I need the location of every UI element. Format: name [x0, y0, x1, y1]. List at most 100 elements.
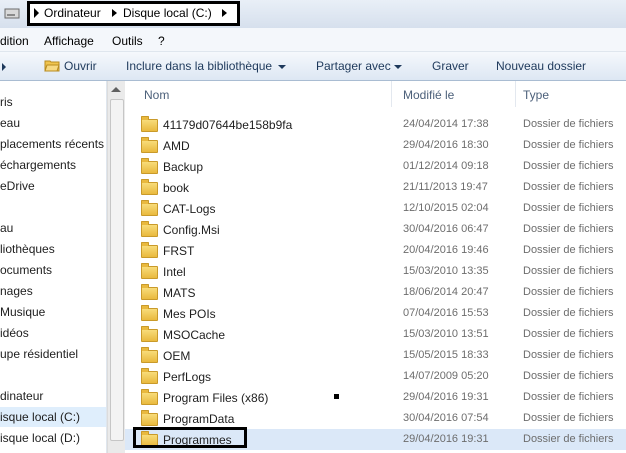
nav-scrollbar[interactable]: [107, 81, 125, 453]
file-row[interactable]: CAT-Logs 12/10/2015 02:04 Dossier de fichi…: [125, 198, 626, 219]
file-type: Dossier de fichiers: [523, 307, 614, 319]
address-bar: Ordinateur Disque local (C:): [0, 0, 626, 28]
nav-item-disque-d[interactable]: isque local (D:): [0, 428, 106, 448]
file-type: Dossier de fichiers: [523, 412, 614, 424]
file-type: Dossier de fichiers: [523, 118, 614, 130]
folder-icon: [141, 263, 158, 279]
file-row[interactable]: Program Files (x86) 29/04/2016 19:31 Dossi…: [125, 387, 626, 408]
file-modified-date: 18/06/2014 20:47: [403, 286, 489, 298]
file-name: Program Files (x86): [163, 391, 269, 405]
folder-icon: [141, 368, 158, 384]
file-row[interactable]: book 21/11/2013 19:47 Dossier de fichiers: [125, 177, 626, 198]
file-row[interactable]: Mes POIs 07/04/2016 15:53 Dossier de fichi…: [125, 303, 626, 324]
menu-edition[interactable]: dition: [0, 34, 29, 48]
file-name: MSOCache: [163, 328, 226, 342]
column-header-row: Nom Modifié le Type: [125, 81, 626, 107]
file-row[interactable]: Config.Msi 30/04/2016 06:47 Dossier de fic…: [125, 219, 626, 240]
file-row[interactable]: MSOCache 15/03/2010 13:51 Dossier de fichi…: [125, 324, 626, 345]
file-name: Config.Msi: [163, 223, 220, 237]
chevron-down-icon[interactable]: [278, 65, 286, 69]
file-type: Dossier de fichiers: [523, 349, 614, 361]
file-row[interactable]: FRST 20/04/2016 19:46 Dossier de fichiers: [125, 240, 626, 261]
scroll-up-arrow-icon[interactable]: [111, 87, 121, 92]
file-name: 41179d07644be158b9fa: [163, 118, 293, 132]
breadcrumb-item-ordinateur[interactable]: Ordinateur: [44, 6, 101, 20]
nav-item-ordinateur[interactable]: dinateur: [0, 386, 106, 406]
open-button[interactable]: Ouvrir: [64, 59, 97, 73]
nav-item-favoris[interactable]: ris: [0, 92, 106, 112]
folder-icon: [141, 158, 158, 174]
new-folder-button[interactable]: Nouveau dossier: [496, 59, 586, 73]
breadcrumb[interactable]: Ordinateur Disque local (C:): [27, 1, 240, 26]
include-library-button[interactable]: Inclure dans la bibliothèque: [126, 59, 272, 73]
nav-item-musique[interactable]: Musique: [0, 302, 106, 322]
file-name: Mes POIs: [163, 307, 216, 321]
column-header-name[interactable]: Nom: [144, 88, 169, 102]
menu-affichage[interactable]: Affichage: [44, 34, 94, 48]
nav-item-videos[interactable]: idéos: [0, 323, 106, 343]
navigation-pane: ris eau placements récents échargements …: [0, 81, 107, 453]
file-row[interactable]: MATS 18/06/2014 20:47 Dossier de fichiers: [125, 282, 626, 303]
nav-item-bureau[interactable]: eau: [0, 113, 106, 133]
menu-help[interactable]: ?: [158, 34, 165, 48]
nav-item-disque-c[interactable]: isque local (C:): [0, 407, 106, 427]
file-row[interactable]: AMD 29/04/2016 18:30 Dossier de fichiers: [125, 135, 626, 156]
folder-icon: [141, 326, 158, 342]
file-modified-date: 30/04/2016 06:47: [403, 223, 489, 235]
burn-button[interactable]: Graver: [432, 59, 469, 73]
file-modified-date: 30/04/2016 07:54: [403, 412, 489, 424]
file-row[interactable]: Backup 01/12/2014 09:18 Dossier de fichier…: [125, 156, 626, 177]
folder-icon: [141, 410, 158, 426]
file-modified-date: 07/04/2016 15:53: [403, 307, 489, 319]
folder-icon: [141, 221, 158, 237]
file-row[interactable]: OEM 15/05/2015 18:33 Dossier de fichiers: [125, 345, 626, 366]
menu-outils[interactable]: Outils: [112, 34, 143, 48]
breadcrumb-root-arrow-icon[interactable]: [34, 8, 39, 18]
file-name: MATS: [163, 286, 196, 300]
share-button[interactable]: Partager avec: [316, 59, 391, 73]
scrollbar-thumb[interactable]: [110, 99, 124, 441]
file-row[interactable]: ProgramData 30/04/2016 07:54 Dossier de fi…: [125, 408, 626, 429]
file-row[interactable]: Intel 15/03/2010 13:35 Dossier de fichiers: [125, 261, 626, 282]
folder-icon: [141, 305, 158, 321]
file-modified-date: 29/04/2016 19:31: [403, 433, 489, 445]
chevron-right-icon[interactable]: [222, 9, 227, 17]
nav-item-images[interactable]: nages: [0, 281, 106, 301]
nav-item-telechargements[interactable]: échargements: [0, 155, 106, 175]
file-modified-date: 15/05/2015 18:33: [403, 349, 489, 361]
folder-icon: [141, 389, 158, 405]
folder-icon: [141, 347, 158, 363]
file-list: Nom Modifié le Type 41179d07644be158b9fa…: [125, 81, 626, 453]
file-type: Dossier de fichiers: [523, 202, 614, 214]
nav-item-emplacements-recents[interactable]: placements récents: [0, 134, 106, 154]
file-modified-date: 15/03/2010 13:35: [403, 265, 489, 277]
file-row[interactable]: 41179d07644be158b9fa 24/04/2014 17:38 Doss…: [125, 114, 626, 135]
chevron-down-icon[interactable]: [394, 65, 402, 69]
folder-icon: [141, 284, 158, 300]
chevron-right-icon[interactable]: [112, 9, 117, 17]
file-name: FRST: [163, 244, 195, 258]
nav-item-documents[interactable]: ocuments: [0, 260, 106, 280]
nav-item-bureau-2[interactable]: au: [0, 218, 106, 238]
nav-item-bibliotheques[interactable]: liothèques: [0, 239, 106, 259]
column-divider[interactable]: [515, 81, 516, 107]
nav-item-groupe-residentiel[interactable]: upe résidentiel: [0, 344, 106, 364]
nav-item-onedrive[interactable]: eDrive: [0, 176, 106, 196]
column-header-type[interactable]: Type: [523, 88, 549, 102]
folder-icon: [141, 242, 158, 258]
column-header-modified[interactable]: Modifié le: [403, 88, 454, 102]
file-modified-date: 14/07/2009 05:20: [403, 370, 489, 382]
breadcrumb-item-disque-c[interactable]: Disque local (C:): [123, 6, 212, 20]
file-name: AMD: [163, 139, 190, 153]
file-type: Dossier de fichiers: [523, 370, 614, 382]
file-type: Dossier de fichiers: [523, 223, 614, 235]
file-name: OEM: [163, 349, 191, 363]
cursor-dot: [334, 394, 339, 399]
file-row[interactable]: PerfLogs 14/07/2009 05:20 Dossier de fichi…: [125, 366, 626, 387]
open-folder-icon: [44, 60, 60, 72]
file-type: Dossier de fichiers: [523, 328, 614, 340]
annotation-highlight-box: [133, 427, 247, 448]
menu-bar: dition Affichage Outils ?: [0, 28, 626, 52]
chevron-right-icon[interactable]: [2, 63, 10, 71]
column-divider[interactable]: [391, 81, 392, 107]
